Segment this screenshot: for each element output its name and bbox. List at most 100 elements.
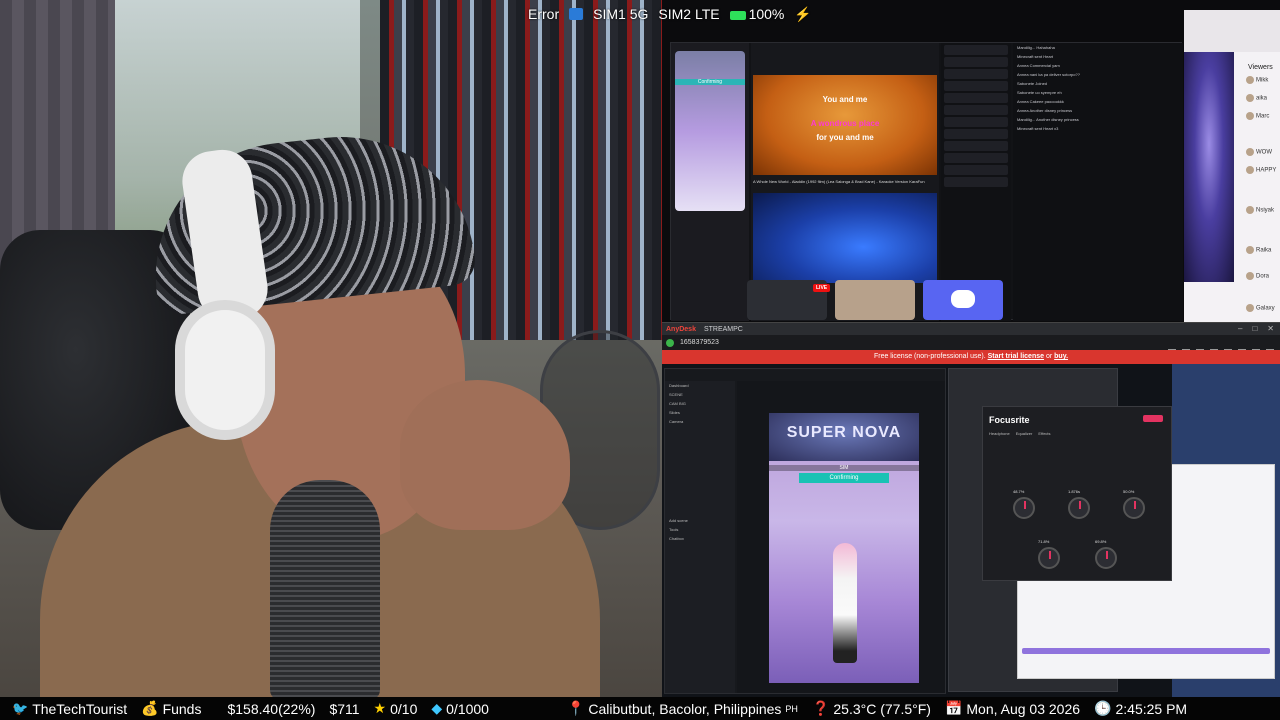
viewers-panel: Viewers Mikk aika Marc WOW HAPPY Nsiyak … bbox=[1184, 10, 1280, 322]
viewer-item[interactable]: Marc bbox=[1246, 112, 1280, 120]
avatar bbox=[1246, 272, 1254, 280]
viewer-item[interactable]: Raika bbox=[1246, 246, 1280, 254]
knob-5-value: 69.8% bbox=[1095, 539, 1107, 544]
stage-preview[interactable]: SUPER NOVA SIM Confirming bbox=[769, 413, 919, 683]
viewer-item[interactable]: Dora bbox=[1246, 272, 1280, 280]
tab-headphone[interactable]: Headphone bbox=[989, 431, 1010, 436]
tiktok-live-panel: Confirming bbox=[671, 43, 749, 321]
knob-2[interactable] bbox=[1068, 497, 1090, 519]
viewer-item[interactable]: aika bbox=[1246, 94, 1280, 102]
stars-value: 0/10 bbox=[390, 700, 418, 717]
focusrite-title: Focusrite bbox=[989, 415, 1030, 425]
lyric-line-3: for you and me bbox=[816, 133, 874, 142]
banner-text: Free license (non-professional use). bbox=[873, 353, 986, 360]
calendar-icon: 📅 bbox=[944, 700, 963, 716]
sidebar-item[interactable]: CAM BIG bbox=[665, 399, 735, 408]
knob-1[interactable] bbox=[1013, 497, 1035, 519]
studio-sidebar: Dashboard SCENE CAM BIG Slides Camera Ad… bbox=[665, 381, 735, 693]
twitter-icon: 🐦 bbox=[12, 700, 29, 716]
avatar bbox=[1246, 94, 1254, 102]
sidebar-item[interactable]: Chatbox bbox=[665, 534, 735, 543]
sidebar-item[interactable]: SCENE bbox=[665, 390, 735, 399]
karaoke-video[interactable]: You and me A wondrous place for you and … bbox=[753, 75, 937, 175]
viewer-name: Marc bbox=[1256, 113, 1270, 120]
add-scene-button[interactable]: Add scene bbox=[665, 516, 735, 525]
chat-line: Mandilig... Hahahaha bbox=[1017, 45, 1055, 50]
license-banner: Free license (non-professional use). Sta… bbox=[662, 350, 1280, 364]
channel-name: TheTechTourist bbox=[32, 700, 128, 717]
thumbnail-webcam[interactable] bbox=[835, 280, 915, 320]
viewer-item[interactable]: HAPPY bbox=[1246, 166, 1280, 174]
weather-segment: ❓ 25.3°C (77.5°F) bbox=[812, 700, 931, 717]
chat-line: Annea Commercial yarn bbox=[1017, 63, 1060, 68]
start-trial-link[interactable]: Start trial license bbox=[988, 353, 1044, 360]
connection-status-icon bbox=[666, 338, 674, 347]
charging-bolt-icon: ⚡ bbox=[794, 5, 812, 22]
viewer-name: aika bbox=[1256, 95, 1268, 102]
anydesk-address-bar: 1658379523 bbox=[662, 335, 1280, 357]
viewer-name: Raika bbox=[1256, 247, 1272, 254]
tab-effects[interactable]: Effects bbox=[1038, 431, 1050, 436]
viewer-item[interactable]: Galaxy bbox=[1246, 304, 1280, 312]
remote-desktop[interactable]: Dashboard SCENE CAM BIG Slides Camera Ad… bbox=[662, 364, 1280, 698]
chat-line: Annea Another disney princess bbox=[1017, 108, 1073, 113]
chat-line: Mandilig... Another disney princess bbox=[1017, 117, 1079, 122]
knob-3[interactable] bbox=[1123, 497, 1145, 519]
signal-icon bbox=[569, 8, 584, 20]
viewer-name: Dora bbox=[1256, 273, 1270, 280]
funds-value: $158.40(22%) bbox=[227, 700, 316, 717]
viewer-name: Nsiyak bbox=[1256, 207, 1275, 214]
viewer-item[interactable]: Nsiyak bbox=[1246, 206, 1280, 214]
taskbar-thumbnails: LIVE bbox=[747, 278, 1007, 322]
star-icon: ★ bbox=[373, 700, 387, 716]
viewers-label: Viewers bbox=[1248, 64, 1273, 71]
sidebar-item[interactable]: Camera bbox=[665, 417, 735, 426]
video-title: A Whole New World - Aladdin (1992 film) … bbox=[753, 179, 925, 184]
battery-indicator: 100% bbox=[729, 6, 784, 22]
anydesk-logo: AnyDesk bbox=[666, 325, 696, 333]
knob-4[interactable] bbox=[1038, 547, 1060, 569]
pc-screen-capture: Confirming You and me A wondrous place f… bbox=[662, 0, 1280, 322]
avatar bbox=[1246, 148, 1254, 156]
stream-ticker: 🐦 TheTechTourist 💰 Funds $158.40(22%) $7… bbox=[0, 697, 1280, 720]
chat-line: Annea nani ka pa deliver sotorpo?? bbox=[1017, 72, 1080, 77]
viewer-name: Galaxy bbox=[1256, 305, 1275, 312]
sidebar-item[interactable]: Dashboard bbox=[665, 381, 735, 390]
viewer-item[interactable]: WOW bbox=[1246, 148, 1280, 156]
chat-line: Sabonete uo syempre eh bbox=[1017, 90, 1062, 95]
thumbnail-stream[interactable]: LIVE bbox=[747, 280, 831, 320]
time-segment: 🕒 2:45:25 PM bbox=[1094, 700, 1187, 717]
funds-label: Funds bbox=[162, 700, 202, 717]
tab-streampc[interactable]: STREAMPC bbox=[704, 326, 743, 333]
viewer-item[interactable]: Mikk bbox=[1246, 76, 1280, 84]
knob-4-value: 71.8% bbox=[1038, 539, 1050, 544]
knob-3-value: 50.0% bbox=[1123, 489, 1135, 494]
tab-equalizer[interactable]: Equalizer bbox=[1016, 431, 1033, 436]
sidebar-item[interactable]: Tools bbox=[665, 525, 735, 534]
confirm-label: Confirming bbox=[799, 473, 889, 483]
close-icon[interactable]: ✕ bbox=[1267, 324, 1274, 333]
knob-5[interactable] bbox=[1095, 547, 1117, 569]
phone-status-bar: Error SIM1 5G SIM2 LTE 100% ⚡ bbox=[528, 4, 812, 24]
remote-address[interactable]: 1658379523 bbox=[680, 339, 719, 346]
maximize-icon[interactable]: □ bbox=[1252, 324, 1257, 333]
chat-line: Sabonete Joined bbox=[1017, 81, 1048, 86]
minimize-icon[interactable]: – bbox=[1238, 324, 1242, 333]
avatar bbox=[1246, 112, 1254, 120]
focusrite-control-panel: Focusrite Headphone Equalizer Effects 48… bbox=[982, 406, 1172, 581]
knob-2-value: 1.876s bbox=[1068, 489, 1081, 494]
stage-banner: SUPER NOVA bbox=[769, 413, 919, 461]
funds-value-segment: $158.40(22%) bbox=[227, 701, 315, 717]
amount-value: $711 bbox=[329, 700, 360, 717]
sim1-label: SIM1 5G bbox=[593, 6, 649, 22]
focusrite-action-button[interactable] bbox=[1143, 415, 1163, 422]
microphone bbox=[270, 480, 380, 697]
coin-bag-icon: 💰 bbox=[141, 700, 159, 716]
sidebar-item[interactable]: Slides bbox=[665, 408, 735, 417]
temperature-value: 25.3°C (77.5°F) bbox=[833, 700, 931, 717]
buy-link[interactable]: buy. bbox=[1054, 353, 1068, 360]
thumbnail-discord[interactable] bbox=[923, 280, 1003, 320]
banner-text: or bbox=[1045, 353, 1053, 360]
viewer-name: Mikk bbox=[1256, 77, 1269, 84]
amount-segment: $711 bbox=[329, 701, 359, 717]
